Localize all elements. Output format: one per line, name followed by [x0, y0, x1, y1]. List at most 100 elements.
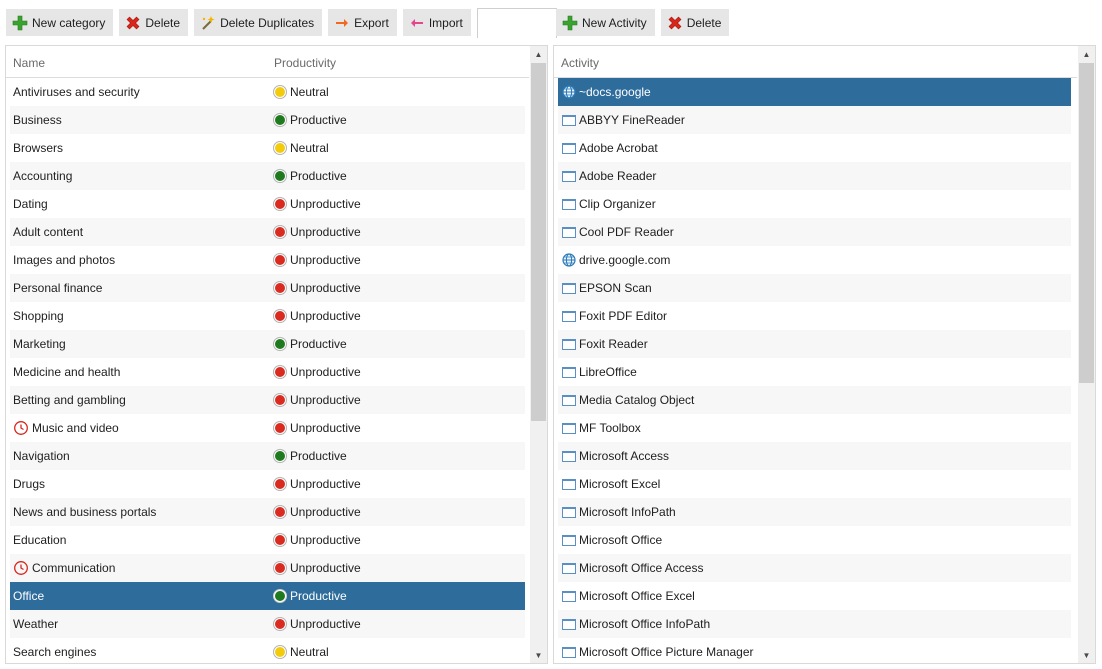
new-activity-button[interactable]: New Activity	[556, 9, 655, 36]
productivity-cell: Productive	[273, 106, 347, 134]
list-item[interactable]: ~docs.google	[558, 78, 1071, 106]
list-item[interactable]: ABBYY FineReader	[558, 106, 1071, 134]
table-row[interactable]: Office Productive	[10, 582, 525, 610]
category-name-cell: Images and photos	[13, 246, 115, 274]
categories-header: Name Productivity	[6, 46, 529, 78]
list-item[interactable]: Microsoft Office Excel	[558, 582, 1071, 610]
table-row[interactable]: Search engines Neutral	[10, 638, 525, 663]
category-name: Antiviruses and security	[13, 85, 140, 99]
category-name-cell: Medicine and health	[13, 358, 120, 386]
activities-scrollbar[interactable]: ▲ ▼	[1078, 46, 1095, 663]
window-icon	[561, 392, 577, 408]
table-row[interactable]: Drugs Unproductive	[10, 470, 525, 498]
list-item[interactable]: Foxit PDF Editor	[558, 302, 1071, 330]
table-row[interactable]: Weather Unproductive	[10, 610, 525, 638]
list-item[interactable]: Microsoft Excel	[558, 470, 1071, 498]
category-name-cell: Office	[13, 582, 44, 610]
category-name-cell: Shopping	[13, 302, 64, 330]
window-icon	[561, 588, 577, 604]
table-row[interactable]: Marketing Productive	[10, 330, 525, 358]
status-dot-icon	[273, 253, 287, 267]
activity-cell: Microsoft Office Picture Manager	[561, 638, 754, 663]
table-row[interactable]: Music and video Unproductive	[10, 414, 525, 442]
list-item[interactable]: Microsoft InfoPath	[558, 498, 1071, 526]
list-item[interactable]: drive.google.com	[558, 246, 1071, 274]
productivity-column-header[interactable]: Productivity	[274, 56, 336, 70]
productivity-cell: Unproductive	[273, 554, 361, 582]
delete-activity-button[interactable]: Delete	[660, 9, 730, 36]
category-name: Adult content	[13, 225, 84, 239]
categories-scrollbar[interactable]: ▲ ▼	[530, 46, 547, 663]
list-item[interactable]: MF Toolbox	[558, 414, 1071, 442]
table-row[interactable]: Business Productive	[10, 106, 525, 134]
table-row[interactable]: Navigation Productive	[10, 442, 525, 470]
activity-column-header[interactable]: Activity	[561, 56, 599, 70]
window-icon	[561, 420, 577, 436]
scroll-up-arrow-icon[interactable]: ▲	[1078, 46, 1095, 62]
name-column-header[interactable]: Name	[13, 56, 45, 70]
table-row[interactable]: Accounting Productive	[10, 162, 525, 190]
status-dot-icon	[273, 141, 287, 155]
list-item[interactable]: Media Catalog Object	[558, 386, 1071, 414]
category-name: Personal finance	[13, 281, 103, 295]
list-item[interactable]: Adobe Acrobat	[558, 134, 1071, 162]
list-item[interactable]: LibreOffice	[558, 358, 1071, 386]
list-item[interactable]: Microsoft Office	[558, 526, 1071, 554]
scroll-up-arrow-icon[interactable]: ▲	[530, 46, 547, 62]
activity-cell: Microsoft Office InfoPath	[561, 610, 710, 638]
list-item[interactable]: Microsoft Office Access	[558, 554, 1071, 582]
list-item[interactable]: Microsoft Office Picture Manager	[558, 638, 1071, 663]
table-row[interactable]: Browsers Neutral	[10, 134, 525, 162]
table-row[interactable]: Antiviruses and security Neutral	[10, 78, 525, 106]
window-icon	[561, 196, 577, 212]
delete-category-button[interactable]: Delete	[119, 9, 189, 36]
list-item[interactable]: Clip Organizer	[558, 190, 1071, 218]
table-row[interactable]: Adult content Unproductive	[10, 218, 525, 246]
table-row[interactable]: Medicine and health Unproductive	[10, 358, 525, 386]
globe-icon	[561, 84, 577, 100]
table-row[interactable]: Shopping Unproductive	[10, 302, 525, 330]
productivity-cell: Unproductive	[273, 246, 361, 274]
table-row[interactable]: Betting and gambling Unproductive	[10, 386, 525, 414]
status-dot-icon	[273, 169, 287, 183]
table-row[interactable]: Dating Unproductive	[10, 190, 525, 218]
productivity-cell: Unproductive	[273, 470, 361, 498]
table-row[interactable]: Education Unproductive	[10, 526, 525, 554]
list-item[interactable]: EPSON Scan	[558, 274, 1071, 302]
status-dot-icon	[273, 421, 287, 435]
list-item[interactable]: Microsoft Office InfoPath	[558, 610, 1071, 638]
activity-name: Foxit PDF Editor	[579, 309, 668, 323]
category-name-cell: Music and video	[13, 414, 119, 442]
category-name: Marketing	[13, 337, 66, 351]
category-search-input[interactable]	[476, 8, 557, 38]
delete-duplicates-label: Delete Duplicates	[220, 15, 315, 30]
new-category-button[interactable]: New category	[6, 9, 114, 36]
table-row[interactable]: Communication Unproductive	[10, 554, 525, 582]
list-item[interactable]: Adobe Reader	[558, 162, 1071, 190]
table-row[interactable]: Images and photos Unproductive	[10, 246, 525, 274]
delete-x-icon	[125, 15, 141, 31]
window-icon	[561, 308, 577, 324]
delete-category-label: Delete	[145, 15, 181, 30]
delete-duplicates-button[interactable]: Delete Duplicates	[194, 9, 323, 36]
export-button[interactable]: Export	[328, 9, 397, 36]
productivity-label: Unproductive	[290, 477, 361, 491]
scroll-down-arrow-icon[interactable]: ▼	[1078, 647, 1095, 663]
list-item[interactable]: Foxit Reader	[558, 330, 1071, 358]
import-label: Import	[428, 15, 463, 30]
import-arrow-icon	[409, 15, 425, 31]
category-name-cell: Accounting	[13, 162, 72, 190]
productivity-cell: Unproductive	[273, 358, 361, 386]
list-item[interactable]: Cool PDF Reader	[558, 218, 1071, 246]
category-name-cell: Adult content	[13, 218, 83, 246]
category-name: News and business portals	[13, 505, 157, 519]
scrollbar-thumb[interactable]	[531, 63, 546, 421]
table-row[interactable]: Personal finance Unproductive	[10, 274, 525, 302]
scroll-down-arrow-icon[interactable]: ▼	[530, 647, 547, 663]
productivity-cell: Unproductive	[273, 274, 361, 302]
list-item[interactable]: Microsoft Access	[558, 442, 1071, 470]
scrollbar-thumb[interactable]	[1079, 63, 1094, 383]
import-button[interactable]: Import	[402, 9, 471, 36]
table-row[interactable]: News and business portals Unproductive	[10, 498, 525, 526]
export-arrow-icon	[334, 15, 350, 31]
